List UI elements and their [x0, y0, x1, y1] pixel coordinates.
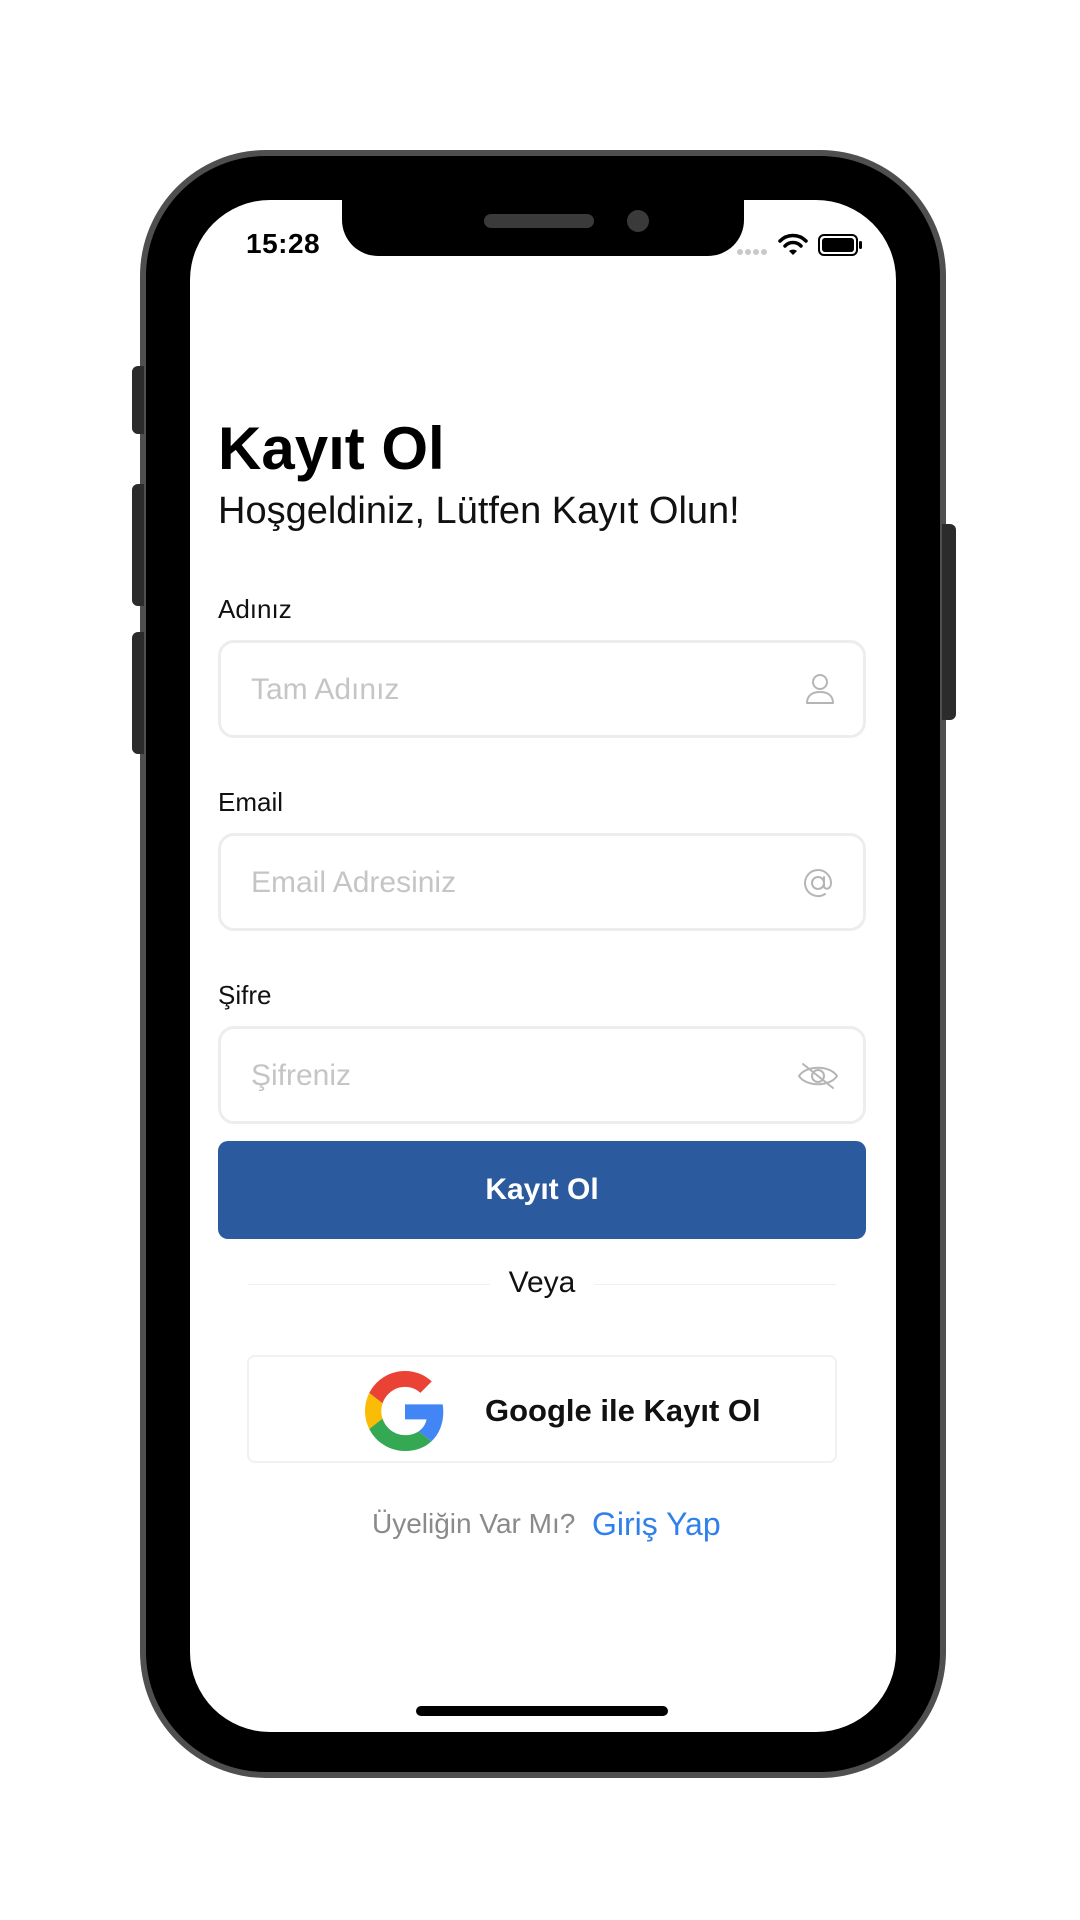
email-input[interactable] [249, 836, 773, 930]
phone-volume-up-button [132, 484, 144, 606]
at-icon [804, 869, 833, 897]
speaker-grille [484, 214, 594, 228]
user-icon [806, 674, 834, 704]
google-icon [365, 1371, 444, 1451]
phone-power-button [942, 524, 956, 720]
phone-mute-switch [132, 366, 144, 434]
battery-icon [818, 234, 862, 256]
front-camera [627, 210, 649, 232]
google-signup-button[interactable]: Google ile Kayıt Ol [247, 1355, 837, 1463]
home-indicator [416, 1706, 668, 1716]
wifi-icon [778, 233, 808, 255]
divider-text: Veya [490, 1266, 594, 1300]
phone-volume-down-button [132, 632, 144, 754]
google-signup-label: Google ile Kayıt Ol [485, 1393, 761, 1428]
password-field-label: Şifre [218, 980, 272, 1010]
password-input[interactable] [249, 1029, 773, 1123]
name-field[interactable] [218, 640, 866, 738]
eye-off-icon[interactable] [797, 1061, 839, 1091]
password-field[interactable] [218, 1026, 866, 1124]
email-field-label: Email [218, 787, 284, 817]
cellular-signal-icon [737, 249, 767, 255]
name-field-label: Adınız [218, 594, 292, 624]
register-button-label: Kayıt Ol [485, 1173, 599, 1206]
name-input[interactable] [249, 643, 773, 737]
login-link[interactable]: Giriş Yap [592, 1506, 721, 1543]
status-time: 15:28 [246, 228, 321, 259]
have-account-text: Üyeliğin Var Mı? [372, 1508, 576, 1539]
page-subtitle: Hoşgeldiniz, Lütfen Kayıt Olun! [218, 490, 740, 532]
notch [342, 200, 744, 256]
email-field[interactable] [218, 833, 866, 931]
register-button[interactable]: Kayıt Ol [218, 1141, 866, 1239]
page-title: Kayıt Ol [218, 415, 445, 482]
